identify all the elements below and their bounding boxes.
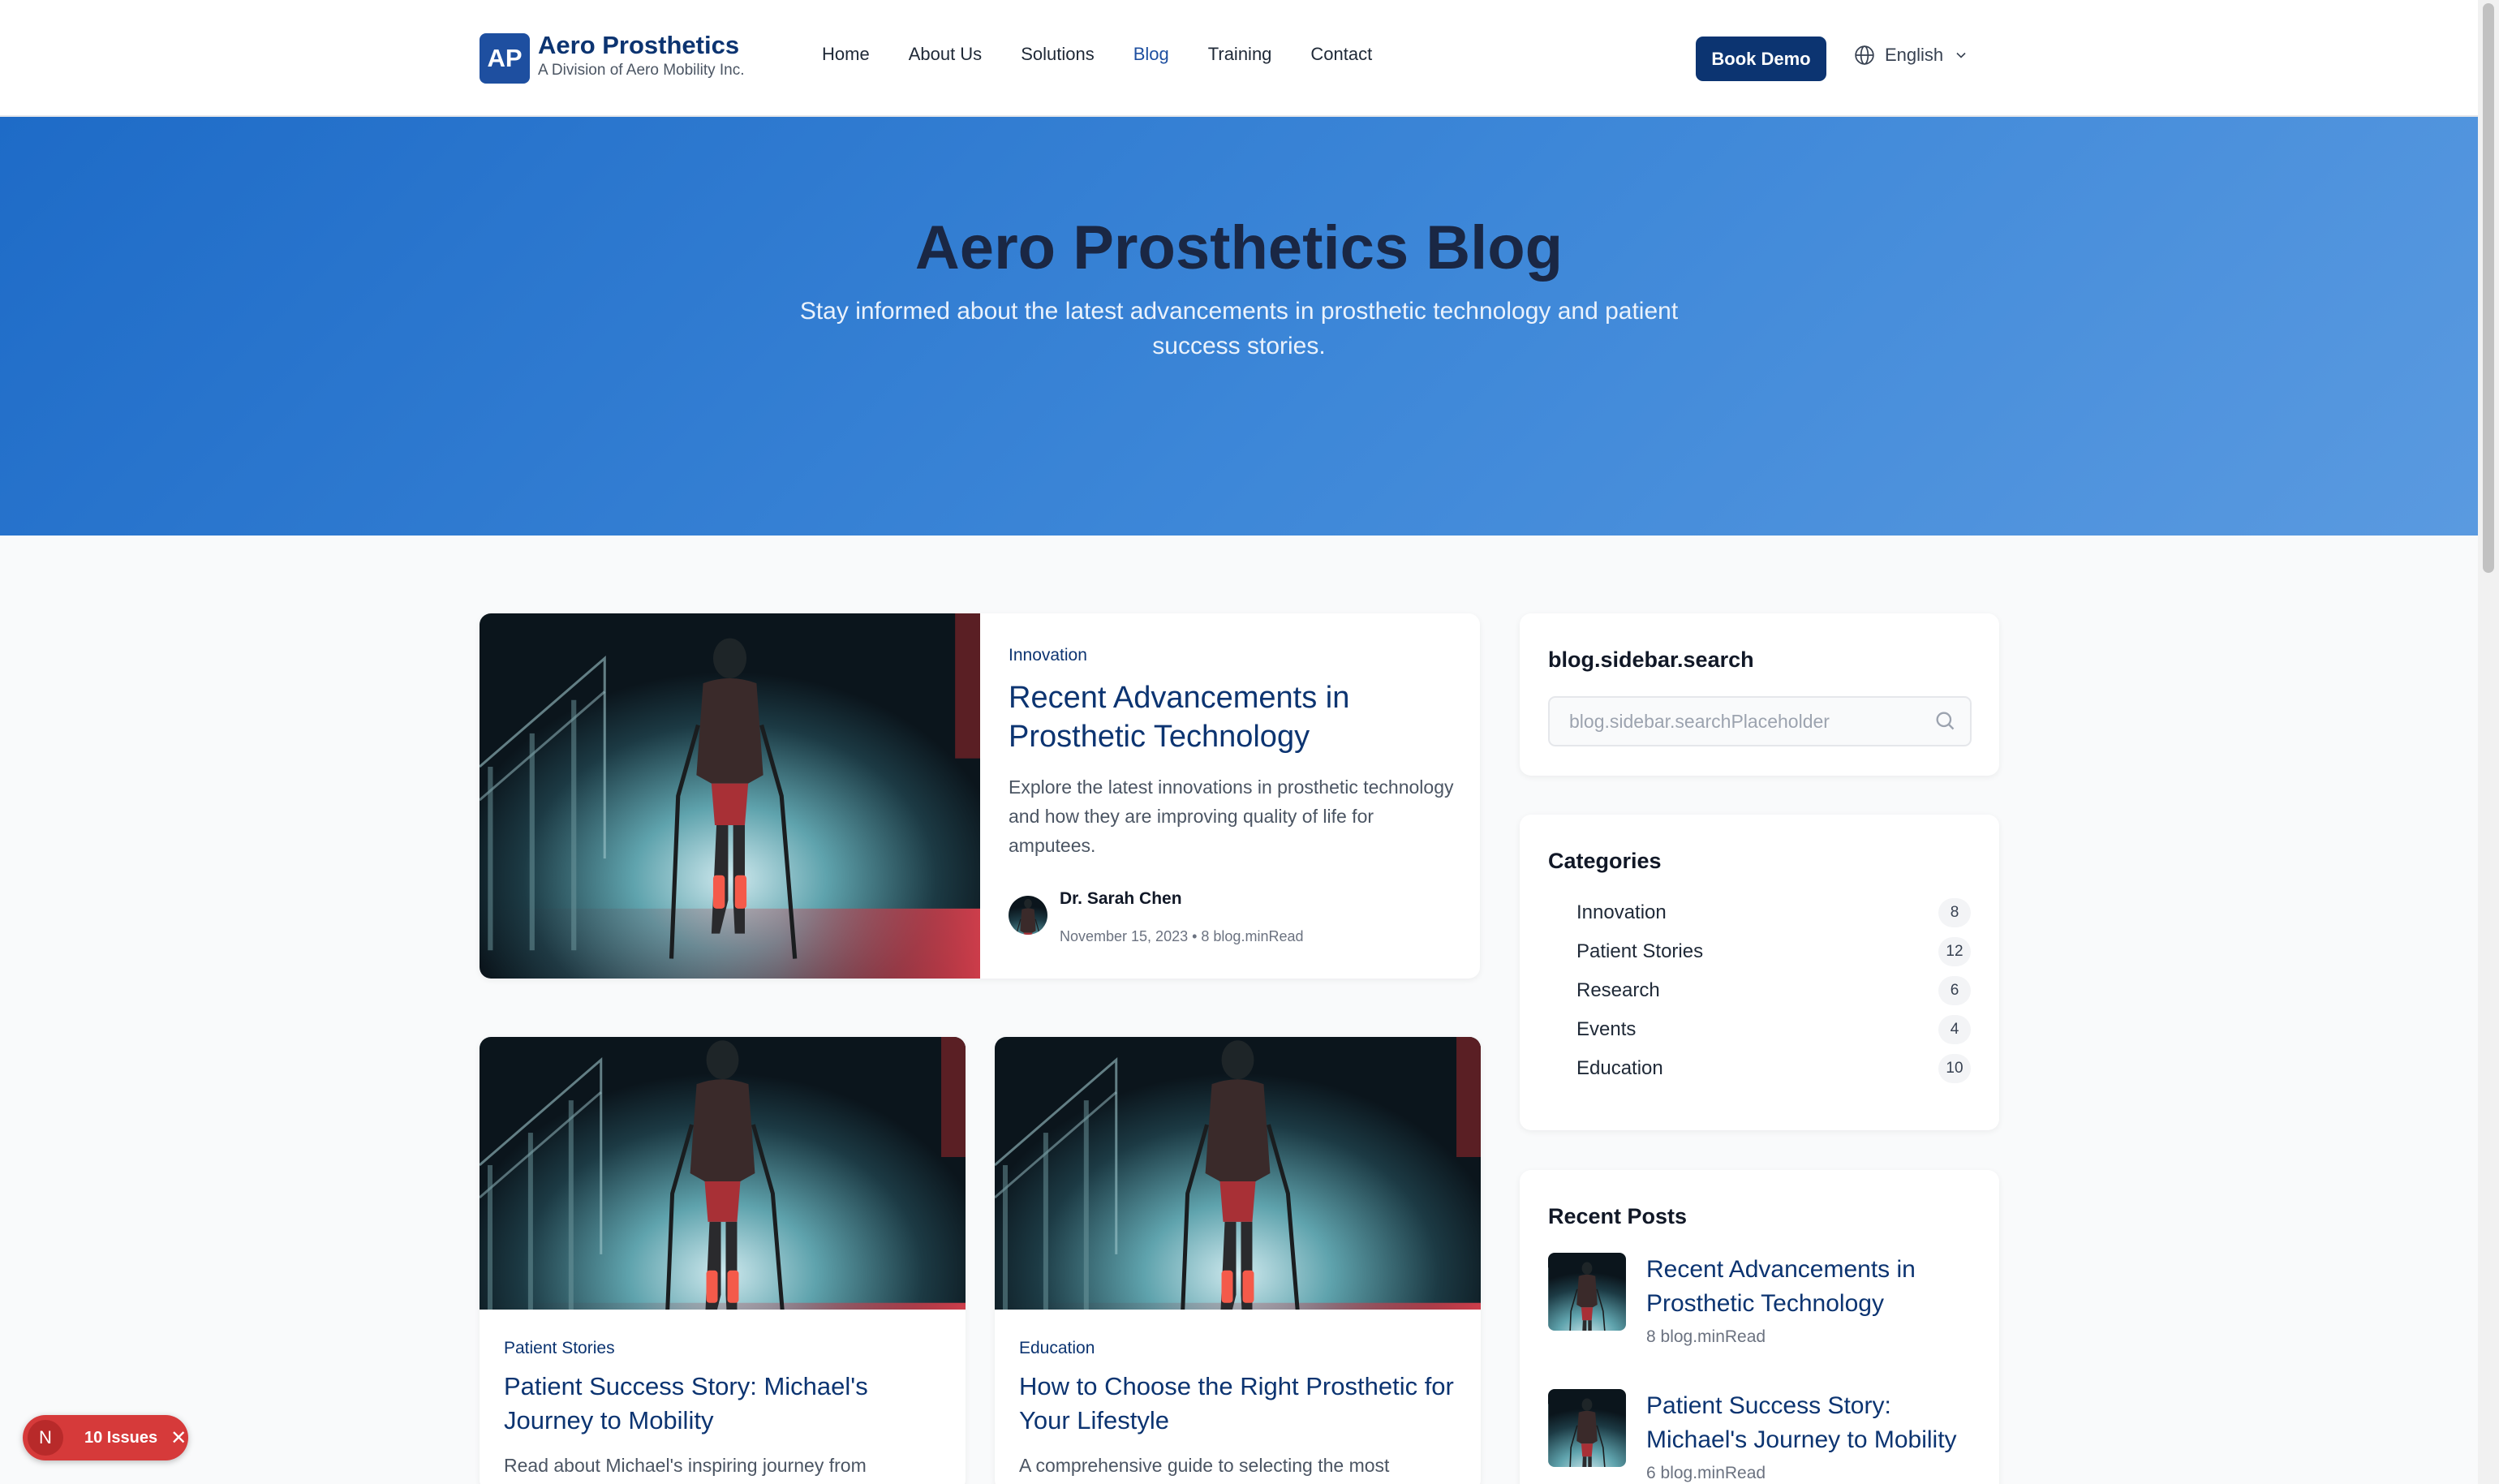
- logo-subtitle: A Division of Aero Mobility Inc.: [538, 62, 745, 79]
- category-item-patient-stories[interactable]: Patient Stories 12: [1576, 936, 1971, 968]
- nav-about-us[interactable]: About Us: [909, 44, 983, 65]
- category-item-education[interactable]: Education 10: [1576, 1052, 1971, 1085]
- close-icon[interactable]: ✕: [170, 1426, 187, 1450]
- book-demo-button[interactable]: Book Demo: [1696, 37, 1826, 81]
- post-excerpt: A comprehensive guide to selecting the m…: [1019, 1455, 1390, 1476]
- post-card[interactable]: Education How to Choose the Right Prosth…: [995, 1037, 1481, 1484]
- post-title[interactable]: Patient Success Story: Michael's Journey…: [504, 1370, 942, 1438]
- featured-post-card[interactable]: Innovation Recent Advancements in Prosth…: [480, 613, 1480, 979]
- post-meta: November 15, 2023 • 8 blog.minRead: [1060, 928, 1304, 944]
- author-name: Dr. Sarah Chen: [1060, 889, 1182, 908]
- site-header: AP Aero Prosthetics A Division of Aero M…: [0, 0, 2478, 117]
- search-heading: blog.sidebar.search: [1548, 647, 1754, 672]
- category-count-badge: 6: [1938, 976, 1971, 1005]
- featured-post-title[interactable]: Recent Advancements in Prosthetic Techno…: [1009, 678, 1463, 756]
- nav-contact[interactable]: Contact: [1310, 44, 1372, 65]
- sidebar-recent-posts: Recent Posts Recent Advancements in Pros…: [1520, 1170, 1999, 1484]
- sidebar-categories: Categories Innovation 8 Patient Stories …: [1520, 815, 1999, 1130]
- hero-subtitle: Stay informed about the latest advanceme…: [799, 298, 1679, 359]
- search-icon[interactable]: [1933, 709, 1956, 736]
- post-image[interactable]: [995, 1037, 1481, 1310]
- recent-post-meta: 6 blog.minRead: [1646, 1464, 1766, 1482]
- featured-post-excerpt: Explore the latest innovations in prosth…: [1009, 776, 1454, 856]
- post-image[interactable]: [480, 1037, 966, 1310]
- category-item-research[interactable]: Research 6: [1576, 974, 1971, 1007]
- nav-training[interactable]: Training: [1208, 44, 1272, 65]
- recent-post-item[interactable]: Recent Advancements in Prosthetic Techno…: [1548, 1253, 1978, 1346]
- categories-heading: Categories: [1548, 849, 1662, 873]
- hero-banner: Aero Prosthetics Blog Stay informed abou…: [0, 117, 2478, 536]
- category-label: Events: [1576, 1018, 1637, 1040]
- nav-solutions[interactable]: Solutions: [1021, 44, 1095, 65]
- logo-title[interactable]: Aero Prosthetics: [538, 31, 739, 60]
- nav-blog[interactable]: Blog: [1133, 44, 1169, 65]
- category-label: Research: [1576, 979, 1660, 1001]
- issues-avatar: N: [28, 1420, 63, 1456]
- recent-post-thumbnail[interactable]: [1548, 1389, 1626, 1467]
- post-card[interactable]: Patient Stories Patient Success Story: M…: [480, 1037, 966, 1484]
- featured-post-image[interactable]: [480, 613, 980, 979]
- language-selector[interactable]: English: [1854, 45, 1969, 66]
- page-scrollbar[interactable]: [2478, 0, 2499, 1484]
- category-count-badge: 8: [1938, 898, 1971, 927]
- issues-label[interactable]: 10 Issues: [84, 1429, 157, 1447]
- category-label: Patient Stories: [1576, 940, 1704, 962]
- featured-post-category[interactable]: Innovation: [1009, 646, 1087, 665]
- search-input[interactable]: [1548, 696, 1972, 746]
- category-item-events[interactable]: Events 4: [1576, 1013, 1971, 1046]
- category-count-badge: 4: [1938, 1015, 1971, 1044]
- category-label: Education: [1576, 1057, 1663, 1079]
- recent-post-meta: 8 blog.minRead: [1646, 1327, 1766, 1346]
- language-label: English: [1885, 45, 1944, 65]
- logo-mark[interactable]: AP: [480, 33, 530, 84]
- post-excerpt: Read about Michael's inspiring journey f…: [504, 1455, 867, 1476]
- issues-badge[interactable]: N 10 Issues ✕: [23, 1415, 188, 1460]
- category-count-badge: 10: [1938, 1054, 1971, 1083]
- recent-posts-heading: Recent Posts: [1548, 1204, 1688, 1228]
- chevron-down-icon: [1953, 47, 1969, 63]
- category-count-badge: 12: [1938, 937, 1971, 966]
- recent-post-item[interactable]: Patient Success Story: Michael's Journey…: [1548, 1389, 1978, 1482]
- nav-home[interactable]: Home: [822, 44, 870, 65]
- post-category[interactable]: Education: [1019, 1339, 1095, 1358]
- sidebar-search: blog.sidebar.search: [1520, 613, 1999, 776]
- post-category[interactable]: Patient Stories: [504, 1339, 615, 1358]
- category-item-innovation[interactable]: Innovation 8: [1576, 897, 1971, 929]
- recent-post-title[interactable]: Recent Advancements in Prosthetic Techno…: [1646, 1253, 1987, 1321]
- author-avatar: [1009, 896, 1047, 935]
- globe-icon: [1854, 45, 1875, 66]
- recent-post-thumbnail[interactable]: [1548, 1253, 1626, 1331]
- category-label: Innovation: [1576, 901, 1667, 923]
- recent-post-title[interactable]: Patient Success Story: Michael's Journey…: [1646, 1389, 1987, 1457]
- hero-title: Aero Prosthetics Blog: [914, 213, 1563, 282]
- scrollbar-thumb[interactable]: [2483, 3, 2494, 573]
- main-nav: Home About Us Solutions Blog Training Co…: [822, 44, 1411, 65]
- post-title[interactable]: How to Choose the Right Prosthetic for Y…: [1019, 1370, 1457, 1438]
